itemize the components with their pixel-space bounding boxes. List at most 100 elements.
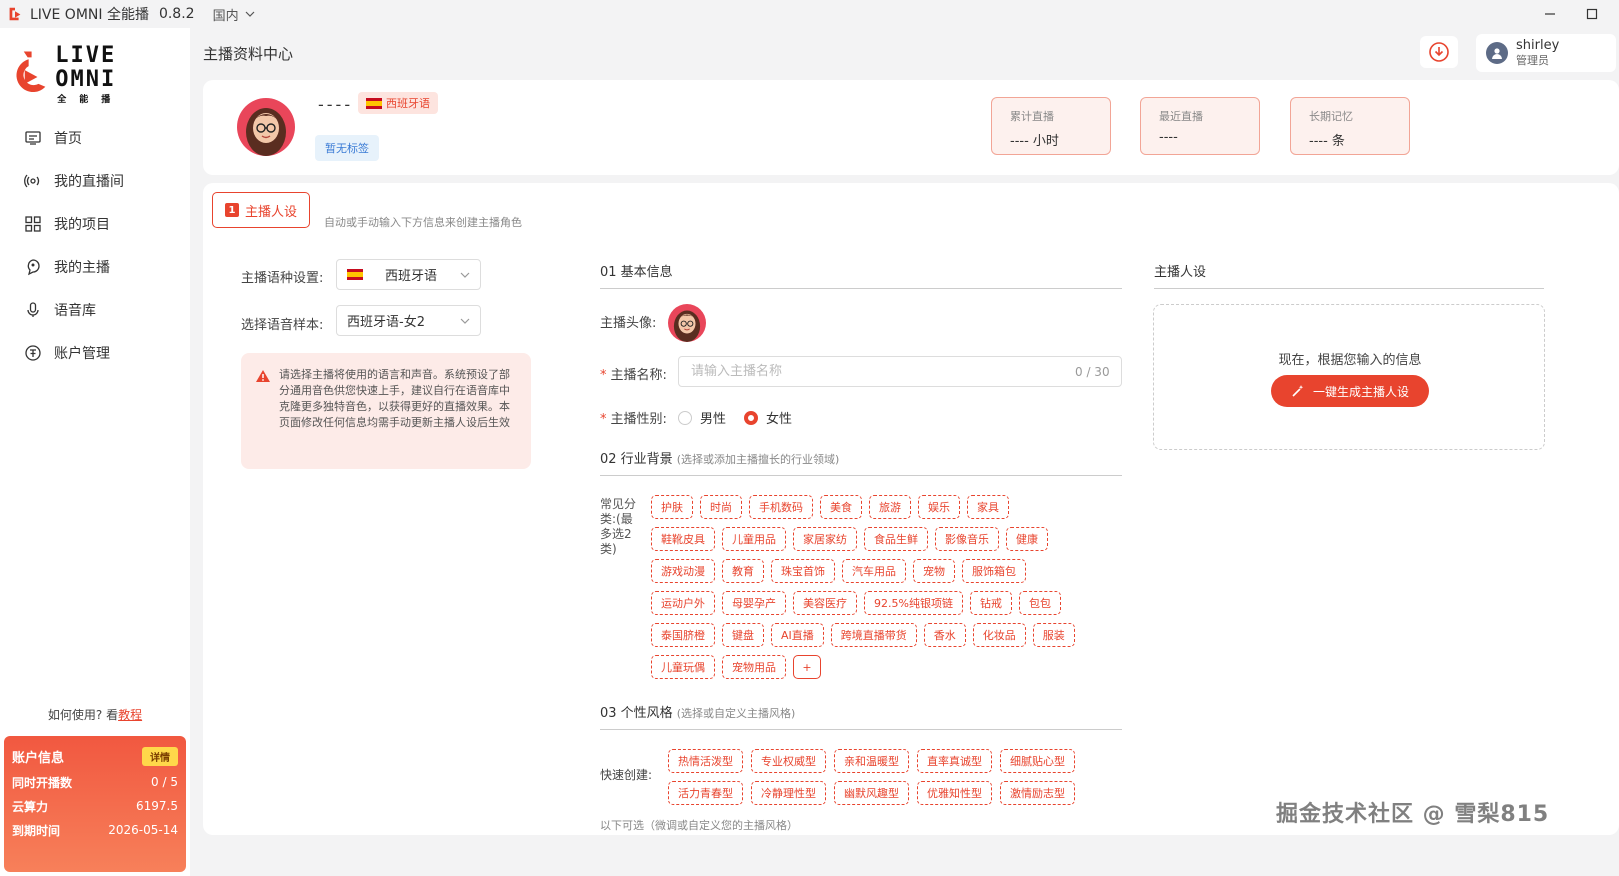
personality-tag[interactable]: 专业权威型	[751, 749, 826, 773]
industry-tag[interactable]: 教育	[722, 559, 764, 583]
industry-tag[interactable]: 护肤	[651, 495, 693, 519]
industry-tag[interactable]: 92.5%纯银项链	[864, 591, 963, 615]
industry-tag[interactable]: 运动户外	[651, 591, 715, 615]
industry-tag[interactable]: 泰国脐橙	[651, 623, 715, 647]
industry-tag[interactable]: 儿童用品	[722, 527, 786, 551]
sidebar-item-label: 首页	[54, 130, 82, 147]
personality-tag[interactable]: 亲和温暖型	[834, 749, 909, 773]
concurrent-value: 0 / 5	[151, 775, 178, 789]
sidebar-item-voice-library[interactable]: 语音库	[0, 288, 190, 331]
category-label: 常见分类:(最多选2类)	[600, 497, 637, 556]
sidebar-item-anchors[interactable]: 我的主播	[0, 245, 190, 288]
app-title: LIVE OMNI 全能播	[30, 7, 149, 23]
generate-persona-label: 一键生成主播人设	[1312, 384, 1409, 399]
industry-tag[interactable]: 跨境直播带货	[830, 623, 917, 647]
industry-tag[interactable]: 包包	[1018, 591, 1061, 615]
industry-tag[interactable]: 儿童玩偶	[651, 655, 715, 679]
window-titlebar: LIVE OMNI 全能播 0.8.2 国内	[0, 0, 1619, 28]
personality-tag[interactable]: 活力青春型	[668, 781, 743, 805]
industry-tag[interactable]: 美容医疗	[793, 591, 857, 615]
compute-label: 云算力	[12, 799, 49, 814]
persona-hint-text: 现在，根据您输入的信息	[1278, 353, 1422, 368]
anchor-avatar-picker[interactable]	[668, 304, 706, 342]
industry-tag[interactable]: 鞋靴皮具	[651, 527, 715, 551]
maximize-button[interactable]	[1585, 7, 1599, 21]
region-dropdown[interactable]: 国内	[213, 5, 255, 24]
industry-tag[interactable]: 娱乐	[918, 495, 960, 519]
optional-hint: 以下可选（微调或自定义您的主播风格）	[600, 819, 798, 832]
industry-tag[interactable]: 游戏动漫	[651, 559, 715, 583]
add-industry-button[interactable]: +	[793, 655, 821, 679]
industry-tag[interactable]: 手机数码	[749, 495, 813, 519]
personality-tag[interactable]: 幽默风趣型	[834, 781, 909, 805]
stat-long-term-memory: 长期记忆 ---- 条	[1290, 97, 1410, 155]
industry-tag[interactable]: 健康	[1006, 527, 1048, 551]
gender-male-radio[interactable]: 男性	[678, 408, 726, 427]
industry-tag[interactable]: 汽车用品	[842, 559, 906, 583]
generate-persona-button[interactable]: 一键生成主播人设	[1271, 375, 1429, 407]
warning-icon	[256, 370, 270, 382]
personality-tag[interactable]: 热情活泼型	[668, 749, 743, 773]
avatar-label: 主播头像:	[600, 316, 657, 331]
account-detail-button[interactable]: 详情	[142, 746, 178, 766]
industry-tag[interactable]: 宠物用品	[722, 655, 786, 679]
stat-value: ---- 小时	[1010, 134, 1059, 149]
broadcast-icon	[24, 174, 40, 187]
account-info-card: 账户信息 详情 同时开播数 0 / 5 云算力 6197.5 到期时间 2026…	[4, 736, 186, 872]
industry-tag[interactable]: 宠物	[913, 559, 955, 583]
minimize-button[interactable]	[1543, 7, 1557, 21]
expiry-label: 到期时间	[12, 823, 61, 838]
personality-tag[interactable]: 细腻贴心型	[1000, 749, 1075, 773]
personality-tag[interactable]: 优雅知性型	[917, 781, 992, 805]
name-char-count: 0 / 30	[1075, 365, 1110, 379]
personality-tag[interactable]: 冷静理性型	[751, 781, 826, 805]
industry-tag[interactable]: 家具	[967, 495, 1009, 519]
industry-tag[interactable]: AI直播	[771, 623, 824, 647]
voice-sample-select[interactable]: 西班牙语-女2	[336, 305, 481, 336]
industry-tag[interactable]: 旅游	[869, 495, 911, 519]
user-name: shirley	[1516, 38, 1560, 53]
spain-flag-icon	[347, 269, 363, 280]
anchor-avatar	[237, 98, 295, 156]
industry-tag[interactable]: 美食	[820, 495, 862, 519]
industry-tag[interactable]: 香水	[923, 623, 966, 647]
stat-value: ----	[1159, 130, 1178, 145]
industry-tag[interactable]: 钻戒	[969, 591, 1012, 615]
gender-label-text: 主播性别:	[610, 412, 667, 427]
language-select[interactable]: 西班牙语	[336, 259, 481, 290]
gender-female-radio[interactable]: 女性	[744, 408, 792, 427]
sidebar-item-label: 我的主播	[54, 259, 110, 276]
industry-tag[interactable]: 家居家纺	[793, 527, 857, 551]
industry-tag[interactable]: 珠宝首饰	[771, 559, 835, 583]
tab-anchor-persona[interactable]: 1 主播人设	[212, 192, 311, 228]
basic-info-title: 01 基本信息	[600, 265, 673, 280]
industry-tag[interactable]: 食品生鲜	[864, 527, 928, 551]
personality-tag[interactable]: 直率真诚型	[917, 749, 992, 773]
industry-tag[interactable]: 影像音乐	[935, 527, 999, 551]
industry-title: 02 行业背景 (选择或添加主播擅长的行业领域)	[600, 448, 839, 467]
quick-create-label: 快速创建:	[600, 768, 653, 782]
industry-tag[interactable]: 母婴孕产	[722, 591, 786, 615]
personality-tag[interactable]: 激情励志型	[1000, 781, 1075, 805]
industry-tag[interactable]: 服装	[1032, 623, 1075, 647]
tutorial-link[interactable]: 教程	[118, 708, 142, 722]
sidebar-item-label: 我的项目	[54, 216, 110, 233]
industry-title-text: 02 行业背景	[600, 452, 673, 467]
sidebar-item-live-rooms[interactable]: 我的直播间	[0, 159, 190, 202]
industry-tag[interactable]: 键盘	[722, 623, 764, 647]
tab-hint: 自动或手动输入下方信息来创建主播角色	[324, 216, 522, 229]
industry-tag[interactable]: 服饰箱包	[962, 559, 1026, 583]
sidebar-item-home[interactable]: 首页	[0, 116, 190, 159]
user-avatar-icon	[1486, 42, 1508, 64]
anchor-avatar-image	[668, 304, 706, 342]
language-warning: 请选择主播将使用的语言和声音。系统预设了部分通用音色供您快速上手，建议自行在语音…	[241, 353, 531, 469]
sidebar-item-account[interactable]: 账户管理	[0, 331, 190, 374]
industry-tag[interactable]: 化妆品	[972, 623, 1026, 647]
anchor-name-input[interactable]	[678, 356, 1122, 387]
industry-tag[interactable]: 时尚	[700, 495, 742, 519]
download-button[interactable]	[1420, 36, 1458, 68]
sidebar-item-projects[interactable]: 我的项目	[0, 202, 190, 245]
user-menu[interactable]: shirley 管理员	[1476, 34, 1616, 72]
stat-label: 长期记忆	[1309, 110, 1353, 123]
minimize-icon	[1545, 13, 1555, 15]
